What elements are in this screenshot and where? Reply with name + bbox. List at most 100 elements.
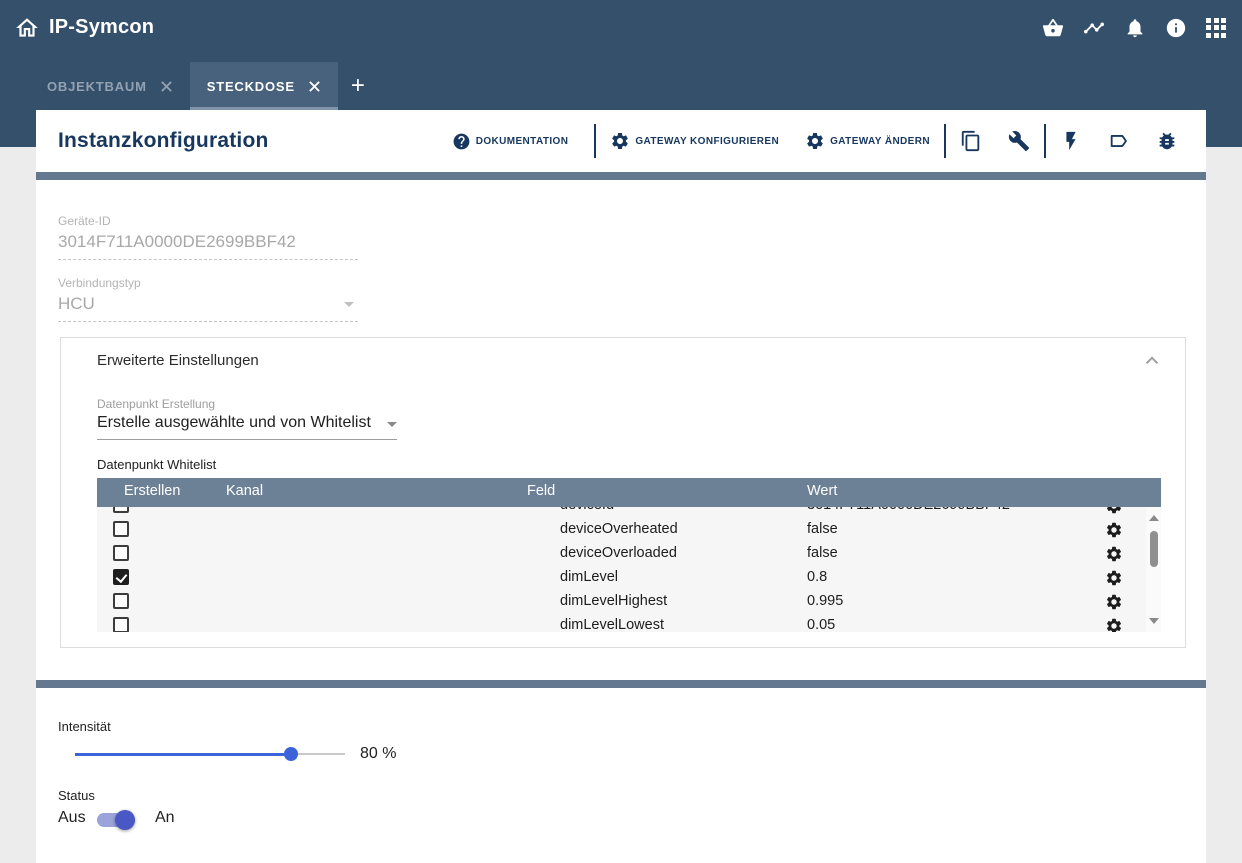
scroll-down-icon[interactable] xyxy=(1149,618,1159,624)
whitelist-label: Datenpunkt Whitelist xyxy=(97,457,216,472)
tab-objektbaum[interactable]: OBJEKTBAUM xyxy=(30,62,190,110)
section-divider xyxy=(36,172,1206,180)
connection-type-field: Verbindungstyp HCU xyxy=(58,276,358,322)
intensity-value: 80 % xyxy=(360,745,396,763)
row-field: dimLevelLowest xyxy=(560,617,664,632)
row-settings-button[interactable] xyxy=(1105,545,1123,563)
connection-type-select: HCU xyxy=(58,294,358,322)
bug-icon[interactable] xyxy=(1156,130,1178,152)
row-settings-button[interactable] xyxy=(1105,507,1123,515)
row-value: 0.995 xyxy=(807,593,843,609)
connection-type-value: HCU xyxy=(58,294,95,313)
wrench-icon[interactable] xyxy=(1008,130,1030,152)
scrollbar-thumb[interactable] xyxy=(1150,531,1158,567)
connection-type-label: Verbindungstyp xyxy=(58,276,358,290)
documentation-button[interactable]: DOKUMENTATION xyxy=(452,132,569,151)
whitelist-table: Erstellen Kanal Feld Wert deviceId 3014F7… xyxy=(97,478,1161,632)
row-checkbox[interactable] xyxy=(113,569,129,585)
row-field: deviceOverloaded xyxy=(560,545,677,561)
apps-icon[interactable] xyxy=(1206,18,1226,38)
notifications-icon[interactable] xyxy=(1124,17,1146,39)
basket-icon[interactable] xyxy=(1042,17,1064,39)
close-icon[interactable] xyxy=(160,80,173,93)
device-id-label: Geräte-ID xyxy=(58,214,358,228)
header-actions xyxy=(1042,17,1226,39)
label-icon[interactable] xyxy=(1108,130,1130,152)
toolbar-separator xyxy=(944,124,946,158)
chevron-up-icon[interactable] xyxy=(1141,350,1163,372)
panel-title: Erweiterte Einstellungen xyxy=(97,352,259,369)
datapoint-creation-value: Erstelle ausgewählte und von Whitelist xyxy=(97,414,371,431)
gateway-configure-label: GATEWAY KONFIGURIEREN xyxy=(635,136,779,147)
gear-icon xyxy=(610,131,630,151)
row-checkbox[interactable] xyxy=(113,545,129,561)
table-header: Erstellen Kanal Feld Wert xyxy=(97,478,1161,507)
page-title: Instanzkonfiguration xyxy=(58,129,269,153)
row-value: false xyxy=(807,545,838,561)
column-header-kanal: Kanal xyxy=(226,483,263,499)
gateway-change-label: GATEWAY ÄNDERN xyxy=(830,136,930,147)
column-header-feld: Feld xyxy=(527,483,555,499)
row-settings-button[interactable] xyxy=(1105,593,1123,611)
table-row: deviceOverloaded false xyxy=(97,542,1146,566)
table-scrollbar[interactable] xyxy=(1146,507,1161,632)
table-row: dimLevelHighest 0.995 xyxy=(97,590,1146,614)
app-header: IP-Symcon xyxy=(0,0,1242,55)
instance-toolbar: Instanzkonfiguration DOKUMENTATION GATEW… xyxy=(36,110,1206,172)
home-icon[interactable] xyxy=(14,15,40,41)
close-icon[interactable] xyxy=(308,80,321,93)
table-row: deviceOverheated false xyxy=(97,518,1146,542)
documentation-label: DOKUMENTATION xyxy=(476,136,569,147)
intensity-slider[interactable] xyxy=(75,746,345,762)
table-row: dimLevel0.8 xyxy=(97,566,1146,590)
advanced-settings-panel: Erweiterte Einstellungen Datenpunkt Erst… xyxy=(60,337,1186,648)
status-toggle[interactable] xyxy=(97,813,135,827)
table-body: deviceId 3014F711A0000DE2699BBF42 deviceOv… xyxy=(97,507,1161,632)
add-tab-button[interactable]: + xyxy=(338,62,378,110)
device-id-value: 3014F711A0000DE2699BBF42 xyxy=(58,232,358,260)
tab-bar: OBJEKTBAUM STECKDOSE + xyxy=(0,55,1242,110)
gateway-configure-button[interactable]: GATEWAY KONFIGURIEREN xyxy=(610,131,779,151)
status-on-label: An xyxy=(155,809,175,827)
copy-icon[interactable] xyxy=(960,130,982,152)
slider-thumb[interactable] xyxy=(284,747,298,761)
info-icon[interactable] xyxy=(1165,17,1187,39)
toolbar-separator xyxy=(594,124,596,158)
row-field: deviceId xyxy=(560,507,614,513)
row-checkbox[interactable] xyxy=(113,593,129,609)
row-settings-button[interactable] xyxy=(1105,569,1123,587)
row-settings-button[interactable] xyxy=(1105,617,1123,632)
chevron-down-icon xyxy=(344,302,354,307)
row-value: false xyxy=(807,521,838,537)
tab-label: OBJEKTBAUM xyxy=(47,79,147,94)
row-settings-button[interactable] xyxy=(1105,521,1123,539)
datapoint-creation-label: Datenpunkt Erstellung xyxy=(97,397,215,411)
row-checkbox[interactable] xyxy=(113,507,129,513)
tab-label: STECKDOSE xyxy=(207,79,295,94)
datapoint-creation-select[interactable]: Erstelle ausgewählte und von Whitelist xyxy=(97,414,397,440)
toggle-thumb[interactable] xyxy=(115,810,135,830)
flash-icon[interactable] xyxy=(1060,130,1082,152)
toolbar-separator xyxy=(1044,124,1046,158)
row-checkbox[interactable] xyxy=(113,617,129,632)
help-icon xyxy=(452,132,471,151)
content-card: Instanzkonfiguration DOKUMENTATION GATEW… xyxy=(36,110,1206,863)
tab-steckdose[interactable]: STECKDOSE xyxy=(190,62,338,110)
gear-icon xyxy=(805,131,825,151)
table-row: dimLevelLowest 0.05 xyxy=(97,614,1146,632)
row-field: dimLevelHighest xyxy=(560,593,667,609)
row-value: 0.05 xyxy=(807,617,835,632)
status-off-label: Aus xyxy=(58,809,86,827)
chevron-down-icon xyxy=(387,422,397,427)
row-checkbox[interactable] xyxy=(113,521,129,537)
section-divider xyxy=(36,680,1206,688)
timeline-icon[interactable] xyxy=(1083,17,1105,39)
gateway-change-button[interactable]: GATEWAY ÄNDERN xyxy=(805,131,930,151)
row-field: deviceOverheated xyxy=(560,521,678,537)
row-value: 3014F711A0000DE2699BBF42 xyxy=(807,507,1010,513)
column-header-erstellen: Erstellen xyxy=(124,483,180,499)
device-id-field: Geräte-ID 3014F711A0000DE2699BBF42 xyxy=(58,214,358,260)
app-title: IP-Symcon xyxy=(49,16,154,39)
column-header-wert: Wert xyxy=(807,483,837,499)
scroll-up-icon[interactable] xyxy=(1149,515,1159,521)
